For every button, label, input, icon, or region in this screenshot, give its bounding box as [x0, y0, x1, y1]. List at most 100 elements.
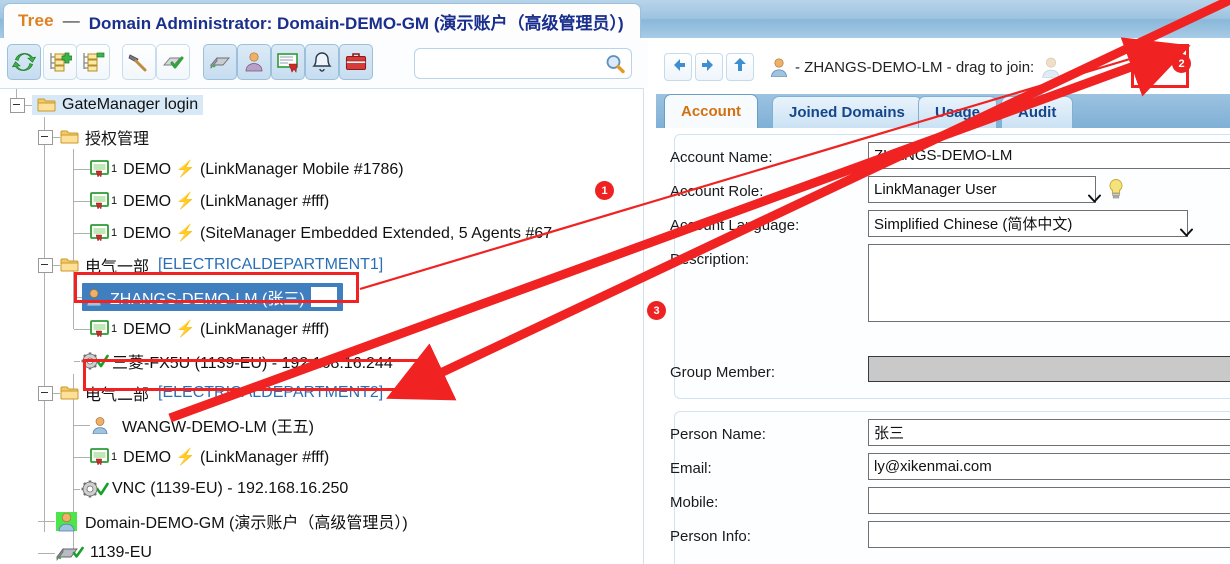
tree-node-selected-root: GateManager login: [32, 95, 204, 115]
tree-node-demo-linkmanager-fff-1[interactable]: 1 DEMO ⚡ (LinkManager #fff): [0, 185, 643, 217]
tree-guide: [74, 168, 90, 170]
account-language-select[interactable]: Simplified Chinese (简体中文): [868, 210, 1193, 237]
tree-window-tab[interactable]: Tree — Domain Administrator: Domain-DEMO…: [3, 3, 641, 38]
tree-search-box[interactable]: [414, 48, 632, 79]
tree-node-demo-linkmanager-fff-3[interactable]: 1 DEMO ⚡ (LinkManager #fff): [0, 441, 643, 473]
toolbox-button[interactable]: [339, 44, 373, 80]
twisty-icon[interactable]: [38, 129, 53, 145]
mobile-row: Mobile:: [670, 488, 718, 516]
tree-node-edit-caret: [310, 287, 337, 307]
tree-guide: [25, 104, 32, 106]
add-node-button[interactable]: [43, 44, 77, 80]
account-role-select[interactable]: LinkManager User: [868, 176, 1101, 203]
tree-node-label: DEMO ⚡ (LinkManager #fff): [123, 321, 330, 338]
tree-guide: [74, 328, 90, 330]
tree-guide: [38, 552, 55, 554]
tree-node-zhangs-demo-lm[interactable]: ZHANGS-DEMO-LM (张三): [0, 281, 643, 313]
tree-guide: [74, 200, 90, 202]
appliance-icon: [208, 50, 232, 74]
tree-node-label: 电气一部: [85, 259, 150, 276]
account-name-label: Account Name:: [670, 148, 773, 166]
account-button[interactable]: [237, 44, 271, 80]
account-tab-content: Account Name: Account Role: LinkManager …: [656, 128, 1230, 564]
user-icon: [90, 416, 110, 435]
group-member-field[interactable]: [868, 356, 1230, 382]
tree-node-demo-linkmanager-fff-2[interactable]: 1 DEMO ⚡ (LinkManager #fff): [0, 313, 643, 345]
tree-node-superscript: 1: [111, 163, 118, 175]
tree-node-superscript: 1: [111, 227, 118, 239]
tree-guide: [74, 296, 82, 298]
tree-node-label: 三菱-FX5U (1139-EU) - 192.168.16.244: [112, 355, 393, 372]
user-drop-target-icon[interactable]: [1038, 54, 1064, 80]
edit-node-button[interactable]: [76, 44, 110, 80]
tree-edit-icon: [81, 50, 105, 74]
detail-panel: - ZHANGS-DEMO-LM - drag to join: Account…: [656, 38, 1230, 564]
tree-node-label: 电气二部: [85, 387, 150, 404]
person-name-input[interactable]: [868, 419, 1230, 446]
tab-audit[interactable]: Audit: [1001, 96, 1074, 128]
tree-node-demo-sitemanager-embedded[interactable]: 1 DEMO ⚡ (SiteManager Embedded Extended,…: [0, 217, 643, 249]
person-info-input[interactable]: [868, 521, 1230, 548]
tree-guide: [74, 456, 90, 458]
refresh-button[interactable]: [7, 44, 41, 80]
back-button[interactable]: [664, 53, 692, 81]
description-textarea[interactable]: [868, 244, 1230, 322]
tree-guide: [53, 264, 60, 266]
tree-node-electrical-department-2[interactable]: 电气二部 [ELECTRICALDEPARTMENT2]: [0, 377, 643, 409]
twisty-icon[interactable]: [38, 257, 53, 273]
certificate-button[interactable]: [271, 44, 305, 80]
tab-joined-domains[interactable]: Joined Domains: [772, 96, 922, 128]
tree-node-label: 1139-EU: [90, 544, 152, 561]
person-info-row: Person Info:: [670, 522, 751, 550]
up-button[interactable]: [726, 53, 754, 81]
magnifier-icon[interactable]: [604, 53, 626, 80]
tree-node-mitsubishi-fx5u[interactable]: 三菱-FX5U (1139-EU) - 192.168.16.244: [0, 345, 643, 377]
tree-node-authorization-mgmt[interactable]: 授权管理: [0, 121, 643, 153]
certificate-icon: [276, 50, 300, 74]
account-role-label: Account Role:: [670, 182, 764, 200]
tree-guide: [38, 520, 55, 522]
tree-guide: [74, 424, 90, 426]
account-name-row: Account Name:: [670, 143, 773, 171]
tree-node-electrical-department-1[interactable]: 电气一部 [ELECTRICALDEPARTMENT1]: [0, 249, 643, 281]
appliance-button[interactable]: [203, 44, 237, 80]
group-member-row: Group Member:: [670, 358, 775, 386]
search-input[interactable]: [421, 52, 605, 77]
lightbulb-icon[interactable]: [1106, 178, 1126, 207]
forward-button[interactable]: [695, 53, 723, 81]
account-language-row: Account Language:: [670, 211, 799, 239]
user-icon: [769, 57, 789, 78]
linkmanager-icon: [90, 448, 110, 466]
tree-node-1139-eu[interactable]: 1139-EU: [0, 537, 643, 564]
account-name-input[interactable]: [868, 142, 1230, 169]
tab-usage[interactable]: Usage: [918, 96, 998, 128]
tree-node-wangw-demo-lm[interactable]: WANGW-DEMO-LM (王五): [0, 409, 643, 441]
tab-account[interactable]: Account: [664, 94, 758, 128]
tools-button[interactable]: [122, 44, 156, 80]
tree-guide: [53, 392, 60, 394]
tree-node-domain-demo-gm[interactable]: Domain-DEMO-GM (演示账户（高级管理员）): [0, 505, 643, 537]
tree-label: Tree: [18, 11, 54, 30]
annotation-marker-3: 3: [647, 301, 666, 320]
folder-icon: [60, 385, 79, 401]
tree-node-demo-linkmanager-mobile[interactable]: 1 DEMO ⚡ (LinkManager Mobile #1786): [0, 153, 643, 185]
gear-check-icon: [80, 479, 110, 499]
tree-panel[interactable]: GateManager login 授权管理 1 DEMO ⚡ (LinkMan…: [0, 88, 644, 564]
description-row: Description:: [670, 245, 749, 273]
approve-button[interactable]: [156, 44, 190, 80]
tree-node-label: WANGW-DEMO-LM (王五): [122, 419, 314, 436]
twisty-icon[interactable]: [10, 97, 25, 113]
linkmanager-icon: [90, 160, 110, 178]
tree-node-superscript: 1: [111, 195, 118, 207]
title-separator: —: [62, 11, 80, 30]
alerts-button[interactable]: [305, 44, 339, 80]
person-name-label: Person Name:: [670, 425, 766, 443]
email-input[interactable]: [868, 453, 1230, 480]
twisty-icon[interactable]: [38, 385, 53, 401]
tree-node-gatemanager-login[interactable]: GateManager login: [0, 89, 643, 121]
email-row: Email:: [670, 454, 712, 482]
tree-node-vnc[interactable]: VNC (1139-EU) - 192.168.16.250: [0, 473, 643, 505]
person-info-label: Person Info:: [670, 527, 751, 545]
mobile-input[interactable]: [868, 487, 1230, 514]
person-icon: [242, 50, 266, 74]
